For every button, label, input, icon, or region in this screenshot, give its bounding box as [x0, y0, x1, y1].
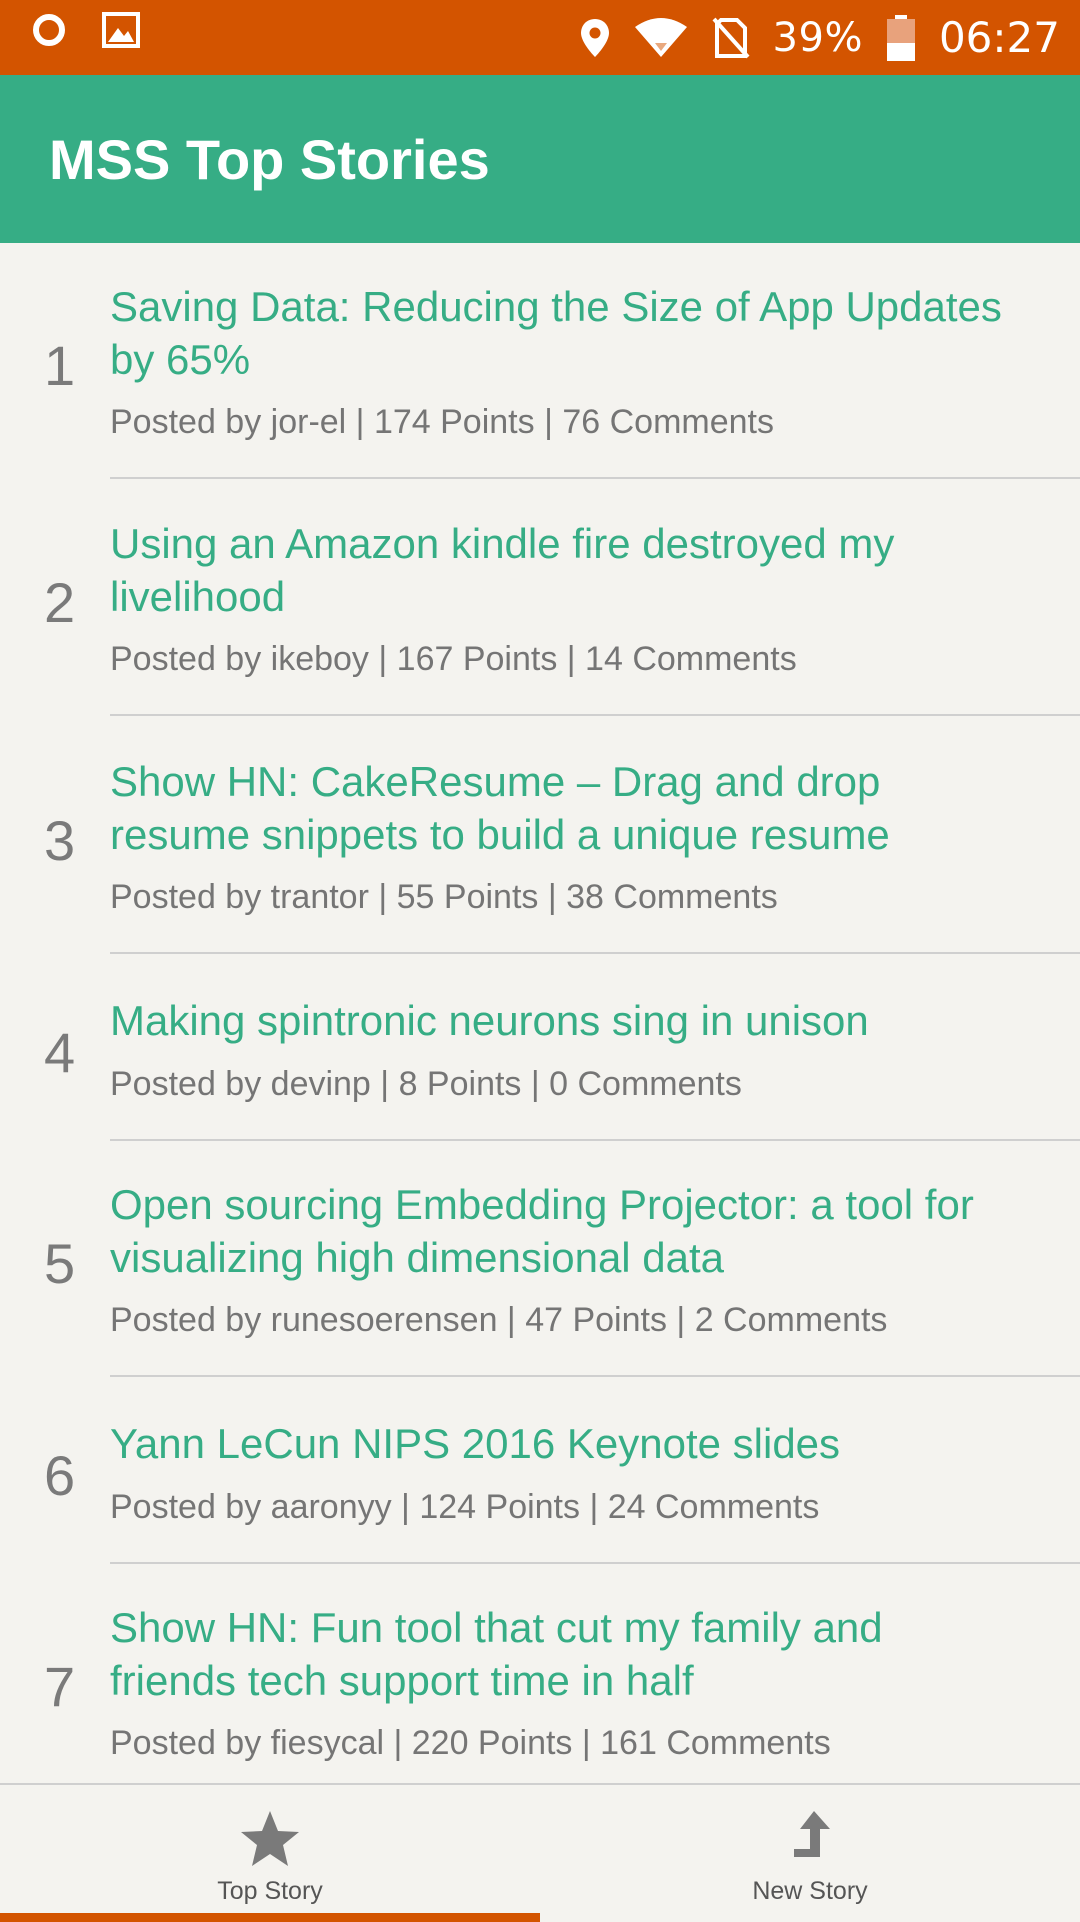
story-title-line: resume snippets to build a unique resume [110, 811, 890, 858]
story-rank: 6 [44, 1444, 76, 1507]
app-title: MSS Top Stories [49, 128, 490, 191]
image-icon [102, 12, 140, 48]
story-rank: 5 [44, 1232, 76, 1295]
story-item[interactable]: 6 Yann LeCun NIPS 2016 Keynote slides Po… [0, 1379, 1080, 1564]
story-title-line: Open sourcing Embedding Projector: a too… [110, 1181, 974, 1228]
wifi-icon [634, 17, 687, 57]
divider [110, 477, 1080, 479]
star-icon [241, 1811, 299, 1866]
story-title-link[interactable]: Show HN: CakeResume – Drag and drop resu… [110, 755, 1060, 861]
location-icon [580, 18, 609, 57]
battery-icon [886, 14, 915, 61]
arrow-up-icon [794, 1811, 830, 1857]
story-title-line: friends tech support time in half [110, 1657, 694, 1704]
story-title-link[interactable]: Saving Data: Reducing the Size of App Up… [110, 280, 1060, 386]
nav-new-story[interactable]: New Story [540, 1785, 1080, 1911]
clock: 06:27 [938, 13, 1060, 62]
story-title-line: Yann LeCun NIPS 2016 Keynote slides [110, 1420, 841, 1467]
divider [110, 714, 1080, 716]
story-item[interactable]: 4 Making spintronic neurons sing in unis… [0, 956, 1080, 1141]
record-icon [33, 14, 65, 46]
story-title-link[interactable]: Making spintronic neurons sing in unison [110, 994, 1060, 1047]
story-list[interactable]: 1 Saving Data: Reducing the Size of App … [0, 243, 1080, 1783]
story-rank: 1 [44, 334, 76, 397]
no-sim-icon [712, 17, 750, 58]
story-meta: Posted by fiesycal | 220 Points | 161 Co… [110, 1724, 831, 1762]
nav-new-story-label: New Story [752, 1877, 868, 1905]
story-title-line: Using an Amazon kindle fire destroyed my [110, 520, 895, 567]
story-title-link[interactable]: Using an Amazon kindle fire destroyed my… [110, 517, 1060, 623]
story-title-link[interactable]: Open sourcing Embedding Projector: a too… [110, 1178, 1060, 1284]
story-title-link[interactable]: Yann LeCun NIPS 2016 Keynote slides [110, 1417, 1060, 1470]
story-title-line: livelihood [110, 573, 286, 620]
story-rank: 4 [44, 1021, 76, 1084]
divider [110, 1375, 1080, 1377]
nav-active-indicator [0, 1913, 540, 1922]
story-item[interactable]: 5 Open sourcing Embedding Projector: a t… [0, 1141, 1080, 1379]
story-rank: 7 [44, 1655, 76, 1718]
story-rank: 3 [44, 809, 76, 872]
story-title-line: Saving Data: Reducing the Size of App Up… [110, 283, 1002, 330]
story-meta: Posted by jor-el | 174 Points | 76 Comme… [110, 403, 774, 441]
story-title-link[interactable]: Show HN: Fun tool that cut my family and… [110, 1601, 1060, 1707]
app-bar: MSS Top Stories [0, 75, 1080, 243]
story-title-line: Show HN: Fun tool that cut my family and [110, 1604, 883, 1651]
status-right-icons: 39% 06:27 [579, 0, 1060, 75]
story-meta: Posted by ikeboy | 167 Points | 14 Comme… [110, 640, 797, 678]
story-title-line: Making spintronic neurons sing in unison [110, 997, 869, 1044]
bottom-nav: Top Story New Story [0, 1783, 1080, 1922]
battery-percent: 39% [772, 14, 863, 61]
nav-top-story-label: Top Story [217, 1877, 323, 1905]
story-meta: Posted by trantor | 55 Points | 38 Comme… [110, 878, 778, 916]
nav-top-story[interactable]: Top Story [0, 1785, 540, 1911]
story-meta: Posted by runesoerensen | 47 Points | 2 … [110, 1301, 888, 1339]
story-meta: Posted by aaronyy | 124 Points | 24 Comm… [110, 1488, 820, 1526]
story-item[interactable]: 7 Show HN: Fun tool that cut my family a… [0, 1564, 1080, 1783]
story-title-line: Show HN: CakeResume – Drag and drop [110, 758, 881, 805]
story-rank: 2 [44, 571, 76, 634]
divider [110, 952, 1080, 954]
status-bar: 39% 06:27 [0, 0, 1080, 75]
story-title-line: visualizing high dimensional data [110, 1234, 725, 1281]
status-left-icons [32, 12, 140, 48]
story-item[interactable]: 3 Show HN: CakeResume – Drag and drop re… [0, 718, 1080, 956]
story-item[interactable]: 2 Using an Amazon kindle fire destroyed … [0, 480, 1080, 718]
story-item[interactable]: 1 Saving Data: Reducing the Size of App … [0, 243, 1080, 480]
story-meta: Posted by devinp | 8 Points | 0 Comments [110, 1065, 742, 1103]
story-title-line: by 65% [110, 336, 251, 383]
